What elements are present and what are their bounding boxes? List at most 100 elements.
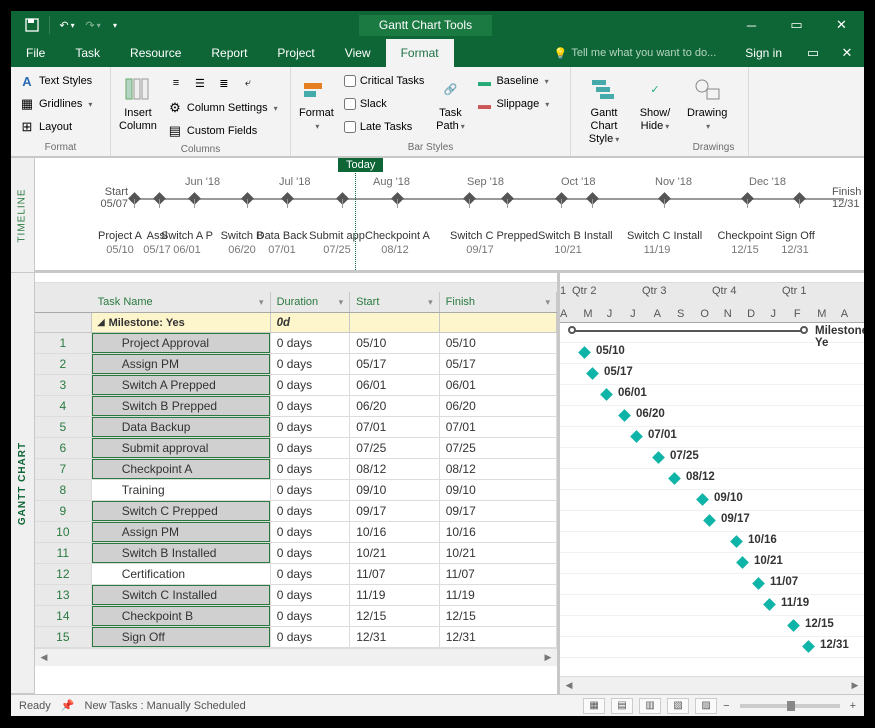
table-row[interactable]: 15Sign Off0 days12/3112/31 [35,627,557,648]
tab-report[interactable]: Report [196,39,262,67]
close-button[interactable]: ✕ [819,11,864,39]
chart-milestone-row: 05/10 [560,343,864,364]
table-row[interactable]: 2Assign PM0 days05/1705/17 [35,354,557,375]
save-button[interactable] [19,11,45,39]
milestone-diamond-icon [736,556,749,569]
grid-h-scroll[interactable]: ◀▶ [35,648,557,666]
wrap-text-button[interactable]: ⤶ [237,72,259,94]
group-bar-styles-label: Bar Styles [295,140,566,155]
col-task-name[interactable]: Task Name▾ [92,292,271,312]
chart-milestone-row: 07/25 [560,448,864,469]
slippage-icon: ▬ [476,96,492,112]
chart-h-scroll[interactable]: ◀▶ [560,676,864,694]
show-hide-icon: ✓ [639,73,671,105]
col-duration[interactable]: Duration▾ [271,292,351,312]
timeline-pane[interactable]: Today Jun '18Jul '18Aug '18Sep '18Oct '1… [35,158,864,273]
table-row[interactable]: 9Switch C Prepped0 days09/1709/17 [35,501,557,522]
minimize-button[interactable]: ─ [729,11,774,39]
titlebar: ↶▾ ↷▾ ▾ Gantt Chart Tools ─ ▭ ✕ [11,11,864,39]
view-shortcut-5[interactable]: ▨ [695,698,717,714]
milestone-diamond-icon [703,514,716,527]
tell-me-input[interactable]: 💡Tell me what you want to do... [539,47,732,60]
drawing-button[interactable]: Drawing▾ [683,70,731,140]
drawing-icon [691,73,723,105]
gridlines-button[interactable]: ▦Gridlines▾ [15,93,96,115]
milestone-diamond-icon [668,472,681,485]
ribbon-options-button[interactable]: ▭ [796,39,830,67]
group-row[interactable]: ◢Milestone: Yes 0d [35,313,557,333]
table-row[interactable]: 8Training0 days09/1009/10 [35,480,557,501]
milestone-diamond-icon [802,640,815,653]
gantt-chart-tab[interactable]: GANTT CHART [11,273,34,694]
today-marker: Today [338,158,383,172]
view-shortcut-4[interactable]: ▧ [667,698,689,714]
chart-milestone-row: 10/16 [560,532,864,553]
gantt-chart-area[interactable]: 1Qtr 2Qtr 3Qtr 4Qtr 1 AMJJASONDJFMA Mile… [560,273,864,694]
insert-column-icon [122,73,154,105]
column-settings-button[interactable]: ⚙Column Settings▾ [163,97,282,119]
table-row[interactable]: 10Assign PM0 days10/1610/16 [35,522,557,543]
baseline-icon: ▬ [476,73,492,89]
qat-customize[interactable]: ▾ [106,11,122,39]
table-row[interactable]: 7Checkpoint A0 days08/1208/12 [35,459,557,480]
text-styles-button[interactable]: AText Styles [15,70,96,92]
tab-project[interactable]: Project [262,39,329,67]
view-shortcut-1[interactable]: ▦ [583,698,605,714]
table-row[interactable]: 5Data Backup0 days07/0107/01 [35,417,557,438]
baseline-button[interactable]: ▬Baseline▾ [472,70,553,92]
task-grid[interactable]: Task Name▾ Duration▾ Start▾ Finish▾ ◢Mil… [35,273,560,694]
task-path-button[interactable]: 🔗 Task Path▾ [430,70,470,140]
table-row[interactable]: 12Certification0 days11/0711/07 [35,564,557,585]
insert-column-button[interactable]: Insert Column [115,70,161,142]
view-shortcut-2[interactable]: ▤ [611,698,633,714]
table-row[interactable]: 4Switch B Prepped0 days06/2006/20 [35,396,557,417]
gantt-chart-style-button[interactable]: Gantt Chart Style▾ [575,70,633,150]
tab-file[interactable]: File [11,39,60,67]
timeline-tab[interactable]: TIMELINE [11,158,34,273]
maximize-button[interactable]: ▭ [774,11,819,39]
chart-milestone-row: 11/19 [560,595,864,616]
tab-format[interactable]: Format [386,39,454,67]
undo-button[interactable]: ↶▾ [54,11,80,39]
tab-resource[interactable]: Resource [115,39,196,67]
chart-milestone-row: 07/01 [560,427,864,448]
custom-fields-button[interactable]: ▤Custom Fields [163,120,282,142]
chart-milestone-row: 12/31 [560,637,864,658]
zoom-in-button[interactable]: + [850,700,856,712]
align-right-button[interactable]: ≣ [213,72,235,94]
view-shortcut-3[interactable]: ▥ [639,698,661,714]
format-bar-button[interactable]: Format▾ [295,70,338,140]
zoom-out-button[interactable]: − [723,700,729,712]
zoom-slider[interactable] [740,704,840,708]
tab-view[interactable]: View [330,39,386,67]
layout-button[interactable]: ⊞Layout [15,116,96,138]
chart-timescale: 1Qtr 2Qtr 3Qtr 4Qtr 1 AMJJASONDJFMA [560,283,864,323]
col-finish[interactable]: Finish▾ [440,292,557,312]
table-row[interactable]: 11Switch B Installed0 days10/2110/21 [35,543,557,564]
format-bar-icon [300,73,332,105]
collapse-icon[interactable]: ◢ [98,317,105,328]
doc-close-button[interactable]: ✕ [830,39,864,67]
group-drawings-label: Drawings [683,140,744,155]
late-tasks-checkbox[interactable]: Late Tasks [340,116,429,138]
align-left-button[interactable]: ≡ [165,72,187,94]
timeline-month-labels: Jun '18Jul '18Aug '18Sep '18Oct '18Nov '… [35,176,864,188]
redo-button[interactable]: ↷▾ [80,11,106,39]
table-row[interactable]: 6Submit approval0 days07/2507/25 [35,438,557,459]
align-center-button[interactable]: ☰ [189,72,211,94]
slack-checkbox[interactable]: Slack [340,93,429,115]
chart-milestone-row: 06/20 [560,406,864,427]
table-row[interactable]: 1Project Approval0 days05/1005/10 [35,333,557,354]
critical-tasks-checkbox[interactable]: Critical Tasks [340,70,429,92]
table-row[interactable]: 3Switch A Prepped0 days06/0106/01 [35,375,557,396]
show-hide-button[interactable]: ✓ Show/ Hide▾ [635,70,675,150]
timeline-axis [131,198,844,200]
slippage-button[interactable]: ▬Slippage▾ [472,93,553,115]
tab-task[interactable]: Task [60,39,115,67]
col-start[interactable]: Start▾ [350,292,440,312]
sign-in-link[interactable]: Sign in [731,46,796,60]
table-row[interactable]: 13Switch C Installed0 days11/1911/19 [35,585,557,606]
table-row[interactable]: 14Checkpoint B0 days12/1512/15 [35,606,557,627]
custom-fields-icon: ▤ [167,123,183,139]
pin-icon: 📌 [61,699,75,712]
